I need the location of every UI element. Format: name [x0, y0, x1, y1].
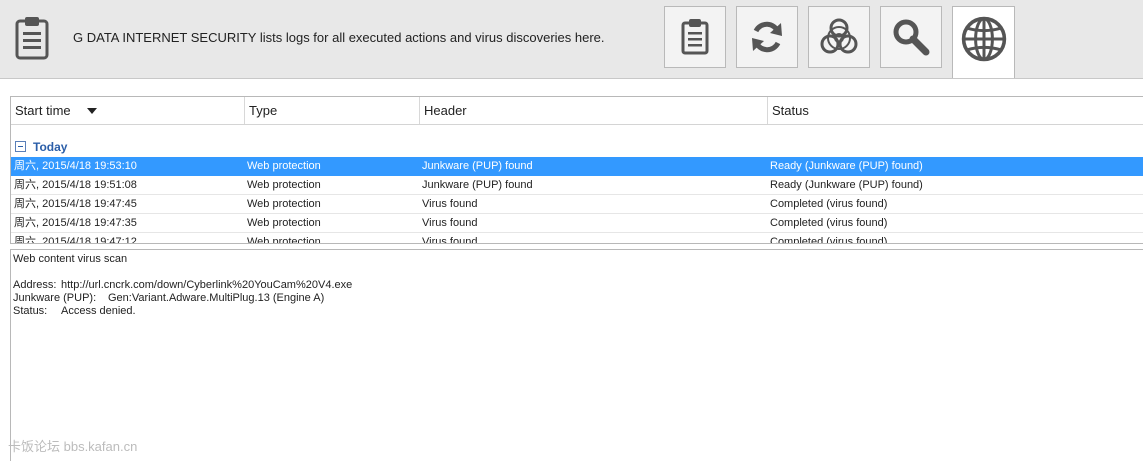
header-description: G DATA INTERNET SECURITY lists logs for … [73, 30, 605, 45]
group-label: Today [33, 140, 68, 154]
cell-status: Completed (virus found) [770, 236, 888, 244]
column-header-type[interactable]: Type [245, 97, 420, 124]
address-value: http://url.cncrk.com/down/Cyberlink%20Yo… [61, 279, 353, 291]
cell-header: Junkware (PUP) found [422, 160, 533, 172]
cell-header: Virus found [422, 236, 478, 244]
biohazard-icon [820, 18, 858, 54]
cell-type: Web protection [247, 198, 321, 210]
log-table: Start time Type Header Status Today 周六, … [10, 96, 1143, 244]
cell-type: Web protection [247, 179, 321, 191]
cell-type: Web protection [247, 217, 321, 229]
table-row[interactable]: 周六, 2015/4/18 19:53:10 Web protection Ju… [11, 157, 1143, 176]
table-row[interactable]: 周六, 2015/4/18 19:47:12 Web protection Vi… [11, 233, 1143, 244]
address-label: Address: [13, 279, 57, 291]
column-header-status[interactable]: Status [768, 97, 1143, 124]
clipboard-icon [681, 19, 709, 55]
clipboard-icon [15, 17, 49, 60]
column-header-start-time[interactable]: Start time [11, 97, 245, 124]
status-label: Status: [13, 305, 48, 317]
virus-scan-button[interactable] [880, 6, 942, 68]
header-bar: G DATA INTERNET SECURITY lists logs for … [0, 0, 1143, 79]
cell-status: Completed (virus found) [770, 198, 888, 210]
cell-start-time: 周六, 2015/4/18 19:47:35 [14, 217, 137, 229]
cell-header: Virus found [422, 198, 478, 210]
cell-start-time: 周六, 2015/4/18 19:51:08 [14, 179, 137, 191]
watermark: 卡饭论坛 bbs.kafan.cn [8, 439, 138, 454]
update-button[interactable] [736, 6, 798, 68]
cell-status: Ready (Junkware (PUP) found) [770, 179, 923, 191]
cell-type: Web protection [247, 160, 321, 172]
cell-start-time: 周六, 2015/4/18 19:47:45 [14, 198, 137, 210]
sort-descending-icon [87, 108, 97, 114]
cell-start-time: 周六, 2015/4/18 19:47:12 [14, 236, 137, 244]
table-row[interactable]: 周六, 2015/4/18 19:47:35 Web protection Vi… [11, 214, 1143, 233]
collapse-icon[interactable] [15, 141, 26, 152]
junkware-value: Gen:Variant.Adware.MultiPlug.13 (Engine … [108, 292, 325, 304]
column-header-header[interactable]: Header [420, 97, 768, 124]
table-row[interactable]: 周六, 2015/4/18 19:51:08 Web protection Ju… [11, 176, 1143, 195]
cell-start-time: 周六, 2015/4/18 19:53:10 [14, 160, 137, 172]
group-row-today[interactable]: Today [15, 139, 67, 155]
details-pane[interactable]: Web content virus scan Address: http://u… [10, 249, 1143, 461]
table-header: Start time Type Header Status [11, 97, 1143, 125]
details-title: Web content virus scan [13, 253, 128, 265]
junkware-label: Junkware (PUP): [13, 292, 97, 304]
refresh-icon [752, 21, 782, 53]
globe-icon [961, 16, 1006, 61]
logs-button[interactable] [664, 6, 726, 68]
cell-header: Junkware (PUP) found [422, 179, 533, 191]
column-header-label: Start time [15, 103, 71, 118]
status-value: Access denied. [61, 305, 136, 317]
cell-type: Web protection [247, 236, 321, 244]
quarantine-button[interactable] [808, 6, 870, 68]
cell-header: Virus found [422, 217, 478, 229]
cell-status: Completed (virus found) [770, 217, 888, 229]
table-row[interactable]: 周六, 2015/4/18 19:47:45 Web protection Vi… [11, 195, 1143, 214]
magnifier-icon [893, 19, 930, 56]
cell-status: Ready (Junkware (PUP) found) [770, 160, 923, 172]
web-protection-button[interactable] [952, 6, 1015, 78]
